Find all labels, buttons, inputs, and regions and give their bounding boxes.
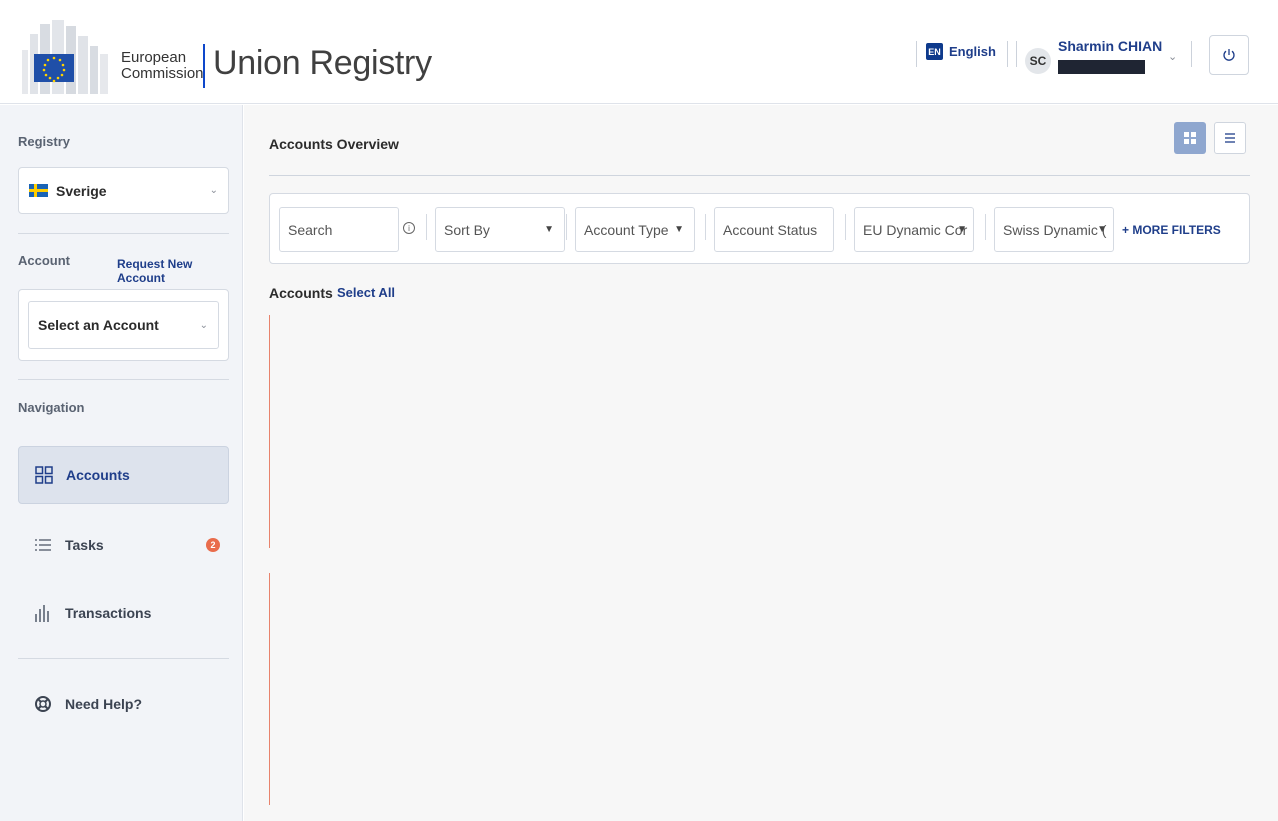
header-separator — [916, 41, 917, 67]
language-label: English — [949, 44, 996, 59]
account-select-value: Select an Account — [38, 317, 159, 333]
sidebar-item-help[interactable]: Need Help? — [18, 675, 229, 733]
caret-down-icon: ▼ — [957, 224, 967, 235]
filter-bar: Search i Sort By ▼ Account Type ▼ Accoun… — [269, 193, 1250, 264]
sidebar-item-tasks[interactable]: Tasks 2 — [18, 516, 229, 574]
redacted-user-info — [1058, 60, 1145, 74]
filter-separator — [566, 214, 567, 240]
sidebar: Registry Sverige ⌄ Account Request New A… — [0, 105, 243, 821]
swiss-dynamic-label: Swiss Dynamic ( — [1003, 221, 1107, 238]
account-status-input[interactable]: Account Status — [714, 207, 834, 252]
grid-icon — [34, 465, 54, 485]
registry-select[interactable]: Sverige ⌄ — [18, 167, 229, 214]
power-icon — [1223, 49, 1235, 61]
filter-separator — [985, 214, 986, 240]
info-icon[interactable]: i — [403, 222, 415, 234]
sidebar-divider — [18, 233, 229, 234]
registry-label: Registry — [18, 134, 71, 149]
user-name[interactable]: Sharmin CHIAN — [1058, 38, 1162, 54]
header-separator — [1191, 41, 1192, 67]
filter-separator — [705, 214, 706, 240]
more-filters-link[interactable]: + MORE FILTERS — [1122, 223, 1221, 237]
request-new-account-link[interactable]: Request New Account — [117, 257, 242, 285]
caret-down-icon: ▼ — [544, 224, 554, 235]
logo-text: European Commission — [121, 50, 204, 82]
filter-separator — [426, 214, 427, 240]
lifebuoy-icon — [33, 694, 53, 714]
bar-chart-icon — [33, 603, 53, 623]
select-all-link[interactable]: Select All — [337, 285, 395, 300]
caret-down-icon: ▼ — [1097, 224, 1107, 235]
sidebar-item-accounts[interactable]: Accounts — [18, 446, 229, 504]
header-separator — [1007, 41, 1008, 67]
grid-icon — [1184, 132, 1196, 144]
chevron-down-icon[interactable]: ⌄ — [1168, 50, 1177, 63]
user-avatar[interactable]: SC — [1025, 48, 1051, 74]
sidebar-divider — [18, 379, 229, 380]
sidebar-item-label: Tasks — [65, 537, 104, 553]
loading-placeholder-line — [269, 573, 270, 805]
sort-by-label: Sort By — [444, 221, 490, 238]
language-code-icon: EN — [926, 43, 943, 60]
main-content: Accounts Overview Search i Sort By ▼ Acc… — [244, 105, 1278, 821]
eu-dynamic-label: EU Dynamic Cor — [863, 221, 968, 238]
sidebar-item-label: Need Help? — [65, 696, 143, 712]
header-separator — [1016, 41, 1017, 67]
list-icon — [1225, 133, 1235, 143]
logo-line-1: European — [121, 49, 187, 66]
swiss-dynamic-select[interactable]: Swiss Dynamic ( ▼ — [994, 207, 1114, 252]
app-header: European Commission Union Registry EN En… — [0, 0, 1278, 104]
account-select[interactable]: Select an Account ⌄ — [28, 301, 219, 349]
sidebar-divider — [18, 658, 229, 659]
filter-separator — [845, 214, 846, 240]
account-label: Account — [18, 253, 70, 268]
tasks-count-badge: 2 — [206, 538, 220, 552]
search-input[interactable]: Search — [279, 207, 399, 252]
chevron-down-icon: ⌄ — [209, 185, 218, 196]
brand-divider — [203, 44, 205, 88]
app-title[interactable]: Union Registry — [213, 44, 432, 83]
sweden-flag-icon — [29, 184, 48, 197]
registry-value: Sverige — [56, 182, 107, 199]
page-title: Accounts Overview — [269, 136, 399, 152]
grid-view-button[interactable] — [1174, 122, 1206, 154]
eu-dynamic-select[interactable]: EU Dynamic Cor ▼ — [854, 207, 974, 252]
logo-line-2: Commission — [121, 65, 204, 82]
account-select-wrapper: Select an Account ⌄ — [18, 289, 229, 361]
sidebar-item-label: Transactions — [65, 605, 152, 621]
navigation-label: Navigation — [18, 400, 85, 415]
sidebar-item-label: Accounts — [66, 467, 130, 483]
loading-placeholder-line — [269, 315, 270, 548]
accounts-label: Accounts — [269, 285, 333, 301]
list-icon — [33, 535, 53, 555]
sort-by-select[interactable]: Sort By ▼ — [435, 207, 565, 252]
list-view-button[interactable] — [1214, 122, 1246, 154]
chevron-down-icon: ⌄ — [199, 319, 208, 331]
account-type-label: Account Type — [584, 221, 669, 238]
language-selector[interactable]: EN English — [926, 43, 996, 60]
title-divider — [269, 175, 1250, 176]
logout-button[interactable] — [1209, 35, 1249, 75]
account-type-select[interactable]: Account Type ▼ — [575, 207, 695, 252]
sidebar-item-transactions[interactable]: Transactions — [18, 584, 229, 642]
caret-down-icon: ▼ — [674, 224, 684, 235]
